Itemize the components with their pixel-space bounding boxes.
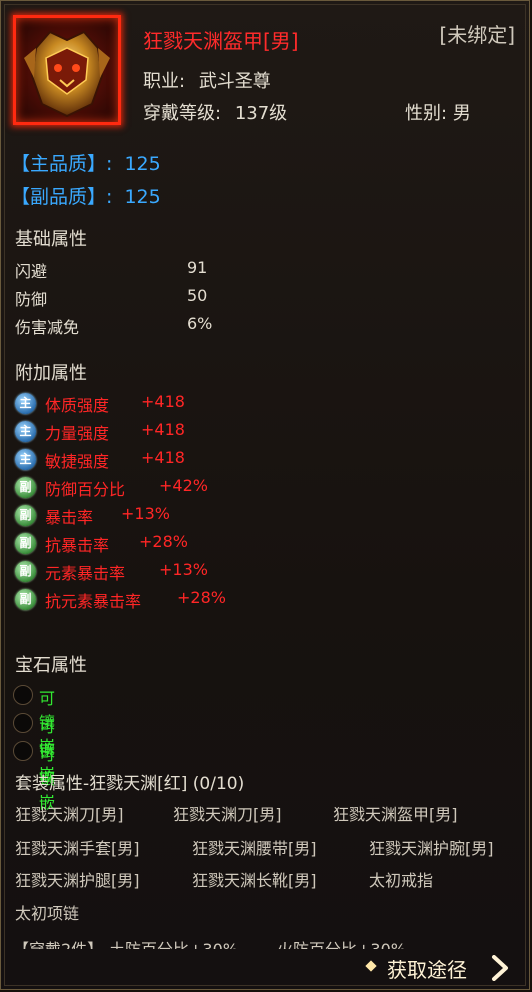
gem-attrs-title: 宝石属性 bbox=[15, 655, 87, 676]
extra-attr-name: 元素暴击率 bbox=[45, 564, 126, 583]
extra-attr-name: 抗元素暴击率 bbox=[45, 592, 142, 611]
base-attr-value: 50 bbox=[187, 286, 208, 305]
extra-attr-value: +42% bbox=[159, 476, 208, 495]
base-attr-name: 防御 bbox=[15, 290, 48, 309]
set-item: 太初戒指 bbox=[369, 871, 434, 890]
set-title: 套装属性-狂戮天渊[红] (0/10) bbox=[15, 774, 245, 794]
set-item: 狂戮天渊护腿[男] bbox=[15, 871, 140, 890]
sub-quality-badge-icon: 副 bbox=[15, 589, 36, 610]
obtain-route-button[interactable]: 获取途径 bbox=[361, 952, 517, 984]
extra-attr-value: +28% bbox=[177, 588, 226, 607]
gender-value: 男 bbox=[452, 103, 471, 124]
sub-quality-badge-icon: 副 bbox=[15, 561, 36, 582]
level-value: 137级 bbox=[234, 103, 288, 124]
sub-quality-value: 125 bbox=[124, 186, 161, 208]
set-item: 太初项链 bbox=[15, 904, 80, 923]
main-quality-value: 125 bbox=[124, 153, 161, 175]
set-item: 狂戮天渊手套[男] bbox=[15, 839, 140, 858]
job-value: 武斗圣尊 bbox=[198, 71, 271, 92]
obtain-route-label: 获取途径 bbox=[387, 958, 467, 982]
set-item: 狂戮天渊盔甲[男] bbox=[333, 805, 458, 824]
helmet-armor-icon bbox=[24, 30, 110, 118]
sub-quality: 【副品质】: 125 bbox=[11, 182, 161, 209]
base-attr-value: 91 bbox=[187, 258, 208, 277]
extra-attr-value: +418 bbox=[141, 392, 185, 411]
empty-gem-socket-icon bbox=[13, 685, 33, 705]
sub-quality-label: 【副品质】: bbox=[11, 186, 113, 208]
set-bonus-line: 【穿戴2件】 土防百分比+30% 火防百分比+30% bbox=[13, 934, 433, 949]
empty-gem-socket-icon bbox=[13, 741, 33, 761]
level-line: 穿戴等级: 137级 bbox=[143, 99, 287, 125]
set-item: 狂戮天渊刀[男] bbox=[173, 805, 282, 824]
diamond-bullet-icon bbox=[365, 960, 377, 972]
level-label: 穿戴等级: bbox=[143, 103, 222, 124]
item-icon-frame[interactable] bbox=[13, 15, 121, 125]
extra-attr-value: +28% bbox=[139, 532, 188, 551]
extra-attr-name: 暴击率 bbox=[45, 508, 94, 527]
extra-attr-name: 力量强度 bbox=[45, 424, 110, 443]
item-name: 狂戮天渊盔甲[男] bbox=[143, 29, 299, 53]
extra-attr-value: +13% bbox=[121, 504, 170, 523]
base-attr-name: 闪避 bbox=[15, 262, 48, 281]
main-quality-badge-icon: 主 bbox=[15, 421, 36, 442]
sub-quality-badge-icon: 副 bbox=[15, 477, 36, 498]
set-item: 狂戮天渊腰带[男] bbox=[192, 839, 317, 858]
set-item: 狂戮天渊长靴[男] bbox=[192, 871, 317, 890]
base-attr-value: 6% bbox=[187, 314, 213, 333]
base-attrs-title: 基础属性 bbox=[15, 229, 87, 250]
extra-attr-value: +418 bbox=[141, 420, 185, 439]
extra-attr-value: +13% bbox=[159, 560, 208, 579]
base-attr-name: 伤害减免 bbox=[15, 318, 80, 337]
empty-gem-socket-icon bbox=[13, 713, 33, 733]
set-bonus-effect: 土防百分比+30% bbox=[109, 936, 238, 949]
main-quality-badge-icon: 主 bbox=[15, 393, 36, 414]
job-label: 职业: bbox=[143, 71, 186, 92]
sub-quality-badge-icon: 副 bbox=[15, 505, 36, 526]
gender-line: 性别: 男 bbox=[405, 99, 471, 125]
gender-label: 性别: bbox=[405, 103, 448, 124]
bind-status: [未绑定] bbox=[439, 23, 515, 47]
extra-attr-value: +418 bbox=[141, 448, 185, 467]
extra-attr-name: 敏捷强度 bbox=[45, 452, 110, 471]
main-quality-badge-icon: 主 bbox=[15, 449, 36, 470]
set-item: 狂戮天渊刀[男] bbox=[15, 805, 124, 824]
extra-attrs-title: 附加属性 bbox=[15, 363, 87, 384]
job-line: 职业: 武斗圣尊 bbox=[143, 67, 271, 93]
set-bonus-effect: 火防百分比+30% bbox=[277, 936, 406, 949]
extra-attr-name: 防御百分比 bbox=[45, 480, 126, 499]
main-quality-label: 【主品质】: bbox=[11, 153, 113, 175]
item-tooltip-panel: 狂戮天渊盔甲[男] [未绑定] 职业: 武斗圣尊 穿戴等级: 137级 性别: … bbox=[0, 0, 530, 990]
set-item: 狂戮天渊护腕[男] bbox=[369, 839, 494, 858]
chevron-right-icon bbox=[492, 955, 508, 981]
extra-attr-name: 抗暴击率 bbox=[45, 536, 110, 555]
extra-attr-name: 体质强度 bbox=[45, 396, 110, 415]
main-quality: 【主品质】: 125 bbox=[11, 149, 161, 176]
sub-quality-badge-icon: 副 bbox=[15, 533, 36, 554]
set-bonus-count: 【穿戴2件】 bbox=[13, 936, 103, 949]
